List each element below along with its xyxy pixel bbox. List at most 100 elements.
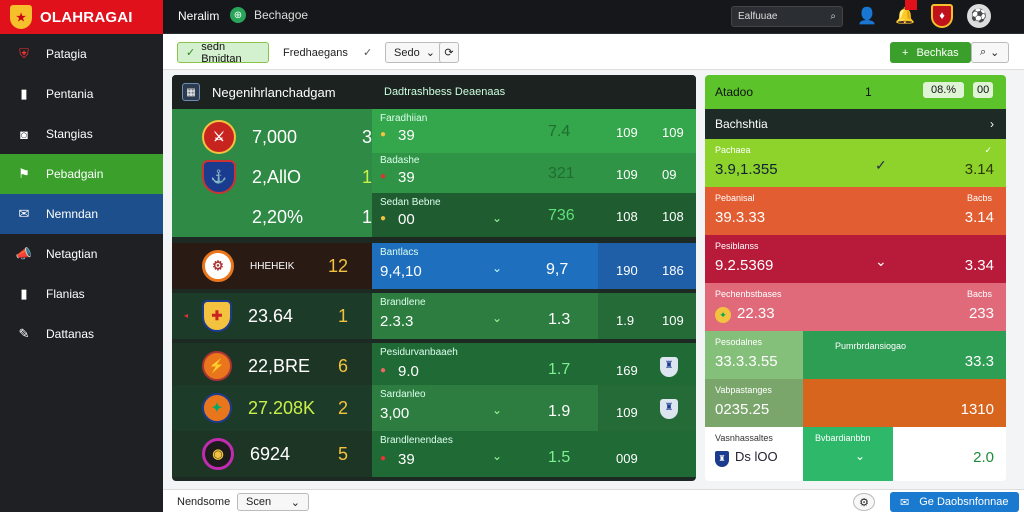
match-block[interactable]: ⚔ 7,000 3 ⚓ 2,AllO 1 2,20% 1 Faradhiian bbox=[172, 109, 696, 237]
panel-header: ▦ Negenihrlanchadgam Dadtrashbess Deaena… bbox=[172, 75, 696, 109]
sidebar-item-1[interactable]: ⛨ Patagia bbox=[0, 34, 163, 74]
sidebar-item-8[interactable]: ✎ Dattanas bbox=[0, 314, 163, 354]
refresh-icon[interactable]: ⟳ bbox=[439, 42, 459, 63]
flag-icon: ⚑ bbox=[18, 166, 30, 181]
top-subtitle[interactable]: Bechagoe bbox=[254, 8, 308, 22]
sidebar-item-6[interactable]: 📣 Netagtian bbox=[0, 234, 163, 274]
count-badge: 00 bbox=[973, 82, 994, 98]
team-crest-icon: ⚓ bbox=[202, 160, 236, 194]
sidebar-item-4[interactable]: ⚑ Pebadgain bbox=[0, 154, 163, 194]
betslip-row[interactable]: Vasnhassaltes ♜ Ds lOO Bvbardianbbn ⌄ 2.… bbox=[705, 427, 1006, 481]
search-icon: ⌕ bbox=[830, 11, 836, 22]
brand-logo[interactable]: ★ OLAHRAGAI bbox=[0, 0, 163, 34]
betslip-row[interactable]: Pebanisal Bacbs 39.3.33 3.14 bbox=[705, 187, 1006, 235]
team-crest-icon: ⚔ bbox=[202, 120, 236, 154]
club-badge-icon[interactable]: ♦ bbox=[931, 4, 953, 28]
odds-line[interactable]: Sedan Bebne ● 00 ⌄ 736 108 108 bbox=[372, 193, 696, 237]
panel-title: Negenihrlanchadgam bbox=[212, 84, 336, 100]
chevron-down-icon: ⌄ bbox=[290, 496, 300, 509]
search-text: Ealfuuae bbox=[738, 11, 778, 22]
betslip-row[interactable]: Pesodalnes 33.3.3.55 Pumrbrdansiogao 33.… bbox=[705, 331, 1006, 379]
top-title[interactable]: Neralim bbox=[178, 9, 219, 23]
percent-badge: 08.% bbox=[923, 82, 965, 98]
grid-icon: ▦ bbox=[182, 83, 200, 101]
top-bar: ★ OLAHRAGAI Neralim ⊕ Bechagoe Ealfuuae … bbox=[0, 0, 1024, 34]
club-badge-icon: ♜ bbox=[660, 357, 678, 377]
ball-icon: ● bbox=[380, 171, 387, 182]
toolbar: ✓ sedn Bmidtan Fredhaegans ✓ Sedo ⌄ ⟳ + Bec… bbox=[163, 34, 1024, 70]
team-crest-icon: ♜ bbox=[715, 451, 729, 467]
chevron-down-icon: ⌄ bbox=[492, 311, 503, 325]
filter-chip-2[interactable]: Fredhaegans bbox=[283, 42, 348, 63]
chevron-down-icon: ⌄ bbox=[492, 261, 503, 275]
camera-icon: ◙ bbox=[20, 126, 28, 142]
chevron-right-icon: › bbox=[990, 117, 994, 131]
search-input[interactable]: Ealfuuae ⌕ bbox=[731, 6, 843, 27]
shield-icon: ⛨ bbox=[19, 46, 29, 61]
match-row[interactable]: ◂ ✚ 23.64 1 Brandlene 2.3.3 ⌄ 1.3 1.9 10… bbox=[172, 293, 696, 339]
matches-panel: ▦ Negenihrlanchadgam Dadtrashbess Deaena… bbox=[172, 75, 696, 481]
football-icon[interactable]: ⚽ bbox=[967, 4, 991, 28]
odds-line[interactable]: Faradhiian ● 39 7.4 109 109 bbox=[372, 109, 696, 153]
tablet-icon: ▮ bbox=[20, 86, 28, 101]
ball-icon: ● bbox=[380, 365, 387, 376]
team-crest-icon: ◉ bbox=[202, 438, 234, 470]
betslip-header[interactable]: Atadoo 1 08.% 00 bbox=[705, 75, 1006, 109]
footer-action-button[interactable]: ✉ Ge Daobsnfonnae bbox=[890, 492, 1019, 512]
team-crest-icon: ✦ bbox=[715, 307, 731, 323]
footer-bar: Nendsome Scen ⌄ ⚙ ✉ Ge Daobsnfonnae bbox=[163, 489, 1024, 512]
ball-icon: ● bbox=[380, 213, 387, 224]
betslip-row[interactable]: Vabpastanges 0235.25 1310 bbox=[705, 379, 1006, 427]
footer-dropdown[interactable]: Scen ⌄ bbox=[237, 493, 309, 511]
betslip-panel: Atadoo 1 08.% 00 Bachshtia › Pachaea ✓ 3… bbox=[705, 75, 1006, 481]
ball-icon: ● bbox=[380, 129, 387, 140]
sidebar: ⛨ Patagia ▮ Pentania ◙ Stangias ⚑ Pebadgain … bbox=[0, 34, 163, 512]
crest-icon: ★ bbox=[10, 5, 32, 29]
mail-icon: ✉ bbox=[18, 206, 30, 221]
betslip-row[interactable]: Pechenbstbases Bacbs ✦ 22.33 233 bbox=[705, 283, 1006, 331]
primary-action-button[interactable]: + Bechkas bbox=[890, 42, 971, 63]
plus-icon: + bbox=[902, 46, 909, 59]
filter-chip[interactable]: ✓ sedn Bmidtan bbox=[177, 41, 269, 65]
select-dropdown[interactable]: Sedo ⌄ bbox=[385, 42, 444, 63]
sidebar-item-5[interactable]: ✉ Nemndan bbox=[0, 194, 163, 234]
club-badge-icon: ♜ bbox=[660, 399, 678, 419]
team-crest-icon: ✦ bbox=[202, 393, 232, 423]
sidebar-item-7[interactable]: ▮ Flanias bbox=[0, 274, 163, 314]
user-icon[interactable]: 👤 bbox=[855, 4, 879, 28]
main-area: ✓ sedn Bmidtan Fredhaegans ✓ Sedo ⌄ ⟳ + Bec… bbox=[163, 34, 1024, 512]
status-icon: ⊕ bbox=[230, 7, 246, 23]
match-row[interactable]: ⚙ HHEHEIK 12 Bantlacs 9,4,10 ⌄ 9,7 190 1… bbox=[172, 243, 696, 289]
alert-flag bbox=[905, 0, 917, 10]
chevron-down-icon: ⌄ bbox=[492, 403, 503, 417]
brand-name: OLAHRAGAI bbox=[40, 8, 133, 26]
betslip-row[interactable]: Pesiblanss 9.2.5369 ⌄ 3.34 bbox=[705, 235, 1006, 283]
ball-icon: ● bbox=[380, 453, 387, 464]
tablet-icon: ▮ bbox=[20, 286, 28, 301]
odds-line[interactable]: Badashe ● 39 321 109 09 bbox=[372, 153, 696, 193]
match-row[interactable]: ✦ 27.208K 2 Sardanleo 3,00 ⌄ 1.9 109 ♜ bbox=[172, 385, 696, 431]
chevron-down-icon: ⌄ bbox=[855, 449, 866, 463]
betslip-subheader[interactable]: Bachshtia › bbox=[705, 109, 1006, 139]
team-crest-icon: ⚙ bbox=[202, 250, 234, 282]
chat-icon: ✉ bbox=[900, 496, 910, 509]
chevron-down-icon: ⌄ bbox=[492, 449, 503, 463]
megaphone-icon: 📣 bbox=[15, 246, 33, 261]
sidebar-item-3[interactable]: ◙ Stangias bbox=[0, 114, 163, 154]
footer-label[interactable]: Nendsome bbox=[177, 493, 230, 511]
team-crest-icon: ✚ bbox=[202, 300, 232, 332]
sidebar-item-2[interactable]: ▮ Pentania bbox=[0, 74, 163, 114]
pen-icon: ✎ bbox=[18, 326, 30, 341]
panel-subtitle: Dadtrashbess Deaenaas bbox=[384, 86, 506, 98]
match-row[interactable]: ◉ 6924 5 Brandlenendaes ● 39 ⌄ 1.5 009 bbox=[172, 431, 696, 477]
settings-icon[interactable]: ⚙ bbox=[853, 493, 875, 511]
search-icon: ⌕ bbox=[980, 46, 987, 58]
team-crest-icon: ⚡ bbox=[202, 351, 232, 381]
chevron-down-icon: ⌄ bbox=[990, 47, 1000, 59]
chevron-down-icon: ⌄ bbox=[425, 47, 435, 59]
check-toggle-icon[interactable]: ✓ bbox=[363, 42, 372, 63]
betslip-row[interactable]: Pachaea ✓ 3.9,1.355 ✓ 3.14 bbox=[705, 139, 1006, 187]
match-row[interactable]: ⚡ 22,BRE 6 Pesidurvanbaaeh ● 9.0 1.7 169… bbox=[172, 343, 696, 389]
check-icon: ✓ bbox=[186, 47, 196, 59]
options-dropdown[interactable]: ⌕ ⌄ bbox=[971, 42, 1009, 63]
